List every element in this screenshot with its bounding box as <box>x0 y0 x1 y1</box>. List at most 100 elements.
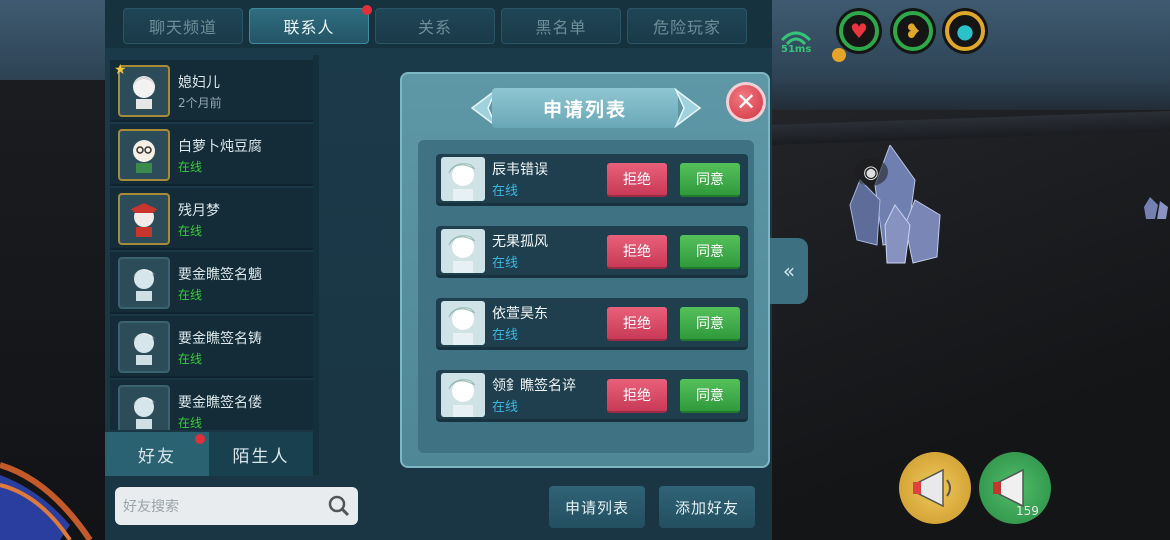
button-label: 同意 <box>696 316 724 332</box>
list-item[interactable]: 要金瞧签名铸 在线 <box>110 316 313 378</box>
request-list-dialog: 申请列表 ✕ 辰韦错误 在线 拒绝 同意 无果孤风 在线 拒绝 同意 依萱昊东 … <box>400 72 770 468</box>
contact-status: 在线 <box>178 160 203 174</box>
water-drop-icon: ● <box>956 19 974 43</box>
request-status: 在线 <box>492 400 519 415</box>
reject-button[interactable]: 拒绝 <box>607 307 667 341</box>
default-avatar-icon <box>448 379 476 417</box>
request-row: 辰韦错误 在线 拒绝 同意 <box>436 154 748 206</box>
avatar <box>118 129 170 181</box>
megaphone-button[interactable] <box>899 452 971 524</box>
contact-status: 在线 <box>178 288 203 302</box>
search-placeholder: 好友搜索 <box>123 499 179 515</box>
contact-list[interactable]: ★ 媳妇儿 2个月前 白萝卜炖豆腐 在线 残月梦 在线 要金瞧签名魑 在线 要金… <box>110 60 313 430</box>
ornament-right-icon <box>674 87 702 129</box>
dialog-title: 申请列表 <box>492 88 678 128</box>
reject-button[interactable]: 拒绝 <box>607 163 667 197</box>
ping-readout: 51ms <box>781 44 812 55</box>
contact-status: 在线 <box>178 224 203 238</box>
tab-blacklist[interactable]: 黑名单 <box>501 8 621 44</box>
default-avatar-icon <box>448 307 476 345</box>
contact-status: 在线 <box>178 352 203 366</box>
avatar-face-icon <box>131 203 157 237</box>
contact-name: 要金瞧签名铸 <box>178 331 262 347</box>
agree-button[interactable]: 同意 <box>680 307 740 341</box>
reject-button[interactable]: 拒绝 <box>607 379 667 413</box>
add-friend-button[interactable]: 添加好友 <box>659 486 755 528</box>
request-list-button[interactable]: 申请列表 <box>549 486 645 528</box>
notification-dot <box>362 5 372 15</box>
tab-dangerous-players[interactable]: 危险玩家 <box>627 8 747 44</box>
avatar <box>441 229 485 273</box>
tab-contacts[interactable]: 联系人 <box>249 5 372 44</box>
avatar <box>441 373 485 417</box>
request-row: 无果孤风 在线 拒绝 同意 <box>436 226 748 278</box>
tab-bar: 聊天频道 联系人 关系 黑名单 危险玩家 <box>105 0 772 48</box>
default-avatar-icon <box>448 235 476 273</box>
avatar <box>118 193 170 245</box>
contact-name: 要金瞧签名偻 <box>178 395 262 411</box>
default-avatar-icon <box>133 333 155 365</box>
tab-chat-channel[interactable]: 聊天频道 <box>123 8 243 44</box>
collapse-panel-button[interactable]: « <box>770 238 808 304</box>
agree-button[interactable]: 同意 <box>680 235 740 269</box>
button-label: 添加好友 <box>674 498 739 517</box>
contact-name: 白萝卜炖豆腐 <box>178 139 262 155</box>
food-icon: ❥ <box>904 19 922 43</box>
button-label: 申请列表 <box>564 498 629 517</box>
request-name: 依萱昊东 <box>492 306 548 322</box>
thirst-gauge: ● <box>942 8 988 54</box>
avatar <box>441 301 485 345</box>
request-status: 在线 <box>492 256 519 271</box>
contact-status: 2个月前 <box>178 96 222 110</box>
request-row: 依萱昊东 在线 拒绝 同意 <box>436 298 748 350</box>
contact-status: 在线 <box>178 416 203 430</box>
star-icon: ★ <box>114 62 127 78</box>
tab-strangers[interactable]: 陌生人 <box>209 432 313 476</box>
close-icon: ✕ <box>735 88 757 116</box>
avatar <box>118 321 170 373</box>
button-label: 拒绝 <box>623 244 651 260</box>
tab-relations[interactable]: 关系 <box>375 8 495 44</box>
list-item[interactable]: 残月梦 在线 <box>110 188 313 250</box>
request-name: 领釒瞧签名谇 <box>492 378 576 394</box>
agree-button[interactable]: 同意 <box>680 163 740 197</box>
tab-label: 联系人 <box>283 18 335 37</box>
status-badge <box>832 48 846 62</box>
request-status: 在线 <box>492 184 519 199</box>
reject-button[interactable]: 拒绝 <box>607 235 667 269</box>
rope-decoration <box>0 462 93 540</box>
broadcast-button[interactable] <box>979 452 1051 524</box>
contact-name: 要金瞧签名魑 <box>178 267 262 283</box>
list-item[interactable]: ★ 媳妇儿 2个月前 <box>110 60 313 122</box>
request-name: 无果孤风 <box>492 234 548 250</box>
tab-friends[interactable]: 好友 <box>105 432 209 476</box>
notification-dot <box>195 434 205 444</box>
list-item[interactable]: 要金瞧签名偻 在线 <box>110 380 313 430</box>
list-item[interactable]: 白萝卜炖豆腐 在线 <box>110 124 313 186</box>
close-button[interactable]: ✕ <box>726 82 766 122</box>
search-icon[interactable] <box>328 495 350 517</box>
default-avatar-icon <box>133 269 155 301</box>
avatar <box>441 157 485 201</box>
avatar-face-icon <box>133 140 155 173</box>
heart-icon: ♥ <box>850 19 868 43</box>
request-name: 辰韦错误 <box>492 162 548 178</box>
contact-name: 残月梦 <box>178 203 220 219</box>
loudspeaker-icon <box>993 468 1024 508</box>
button-label: 拒绝 <box>623 172 651 188</box>
tab-label: 好友 <box>138 446 176 467</box>
button-label: 同意 <box>696 388 724 404</box>
default-avatar-icon <box>448 163 476 201</box>
friend-search-input[interactable]: 好友搜索 <box>115 487 358 525</box>
megaphone-count: 159 <box>1016 504 1039 518</box>
request-status: 在线 <box>492 328 519 343</box>
list-item[interactable]: 要金瞧签名魑 在线 <box>110 252 313 314</box>
button-label: 拒绝 <box>623 316 651 332</box>
agree-button[interactable]: 同意 <box>680 379 740 413</box>
divider <box>313 55 319 475</box>
tab-label: 聊天频道 <box>148 18 217 37</box>
eye-icon[interactable]: ◉ <box>854 158 888 186</box>
button-label: 拒绝 <box>623 388 651 404</box>
tab-label: 陌生人 <box>232 446 290 467</box>
double-chevron-left-icon: « <box>782 259 796 283</box>
